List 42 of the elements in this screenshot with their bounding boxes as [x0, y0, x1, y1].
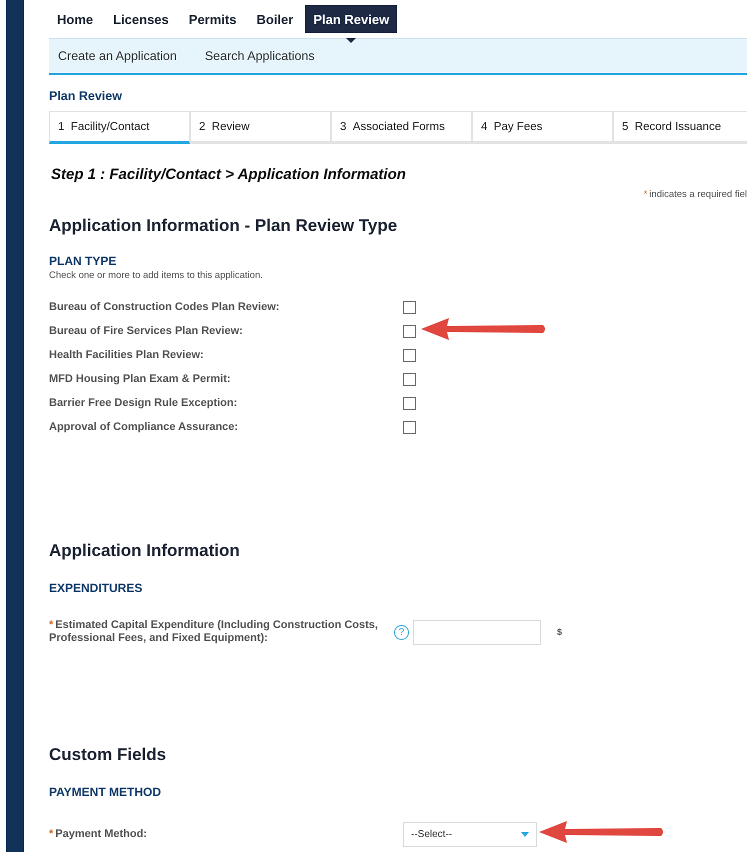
checkbox-label: Barrier Free Design Rule Exception:	[49, 397, 238, 409]
arrow-icon	[421, 318, 548, 341]
page-title: Plan Review	[49, 89, 123, 103]
sub-nav-link[interactable]: Create an Application	[58, 49, 177, 63]
input-field[interactable]	[413, 620, 541, 644]
sub-nav-link[interactable]: Search Applications	[204, 49, 315, 63]
nav-tab[interactable]: Licenses	[105, 5, 177, 33]
step-tab[interactable]: 3 Associated Forms	[331, 111, 472, 144]
checkbox[interactable]	[403, 300, 416, 314]
checkbox[interactable]	[403, 348, 416, 362]
currency-sign: $	[557, 627, 562, 637]
arrow-icon	[539, 821, 666, 844]
step-tab[interactable]: 1 Facility/Contact	[49, 111, 190, 144]
checkbox[interactable]	[403, 420, 416, 434]
step-tab[interactable]: 4 Pay Fees	[472, 111, 613, 144]
subsection-heading: PAYMENT METHOD	[49, 785, 162, 799]
section-heading: Application Information	[49, 541, 241, 561]
field-label: * Payment Method:	[49, 828, 148, 840]
checkbox[interactable]	[403, 396, 416, 410]
step-tab[interactable]: 2 Review	[190, 111, 331, 144]
checkbox-label: MFD Housing Plan Exam & Permit:	[49, 373, 232, 385]
step-tab[interactable]: 5 Record Issuance	[613, 111, 747, 144]
step-heading: Step 1 : Facility/Contact > Application Information	[51, 166, 407, 183]
checkbox-label: Approval of Compliance Assurance:	[49, 421, 240, 433]
checkbox-label: Bureau of Construction Codes Plan Review:	[49, 301, 280, 313]
hint-text: Check one or more to add items to this application.	[49, 270, 264, 281]
nav-tab[interactable]: Boiler	[248, 5, 302, 33]
subsection-heading: PLAN TYPE	[49, 254, 118, 268]
select-field[interactable]: --Select--	[403, 822, 537, 846]
nav-tab[interactable]: Permits	[180, 5, 244, 33]
checkbox[interactable]	[403, 372, 416, 386]
section-heading: Custom Fields	[49, 745, 168, 765]
checkbox-label: Health Facilities Plan Review:	[49, 349, 205, 361]
required-note: * indicates a required fiel	[642, 189, 747, 200]
nav-tab[interactable]: Home	[49, 5, 102, 33]
checkbox[interactable]	[403, 324, 416, 338]
subsection-heading: EXPENDITURES	[49, 581, 144, 595]
checkbox-label: Bureau of Fire Services Plan Review:	[49, 325, 244, 337]
section-heading: Application Information - Plan Review Type	[49, 216, 398, 236]
nav-tab[interactable]: Plan Review	[305, 5, 398, 33]
field-label: * Estimated Capital Expenditure (Including Construction Costs, Professional Fees, and Fixed Equipment):	[49, 619, 379, 645]
caret-icon	[521, 832, 529, 836]
